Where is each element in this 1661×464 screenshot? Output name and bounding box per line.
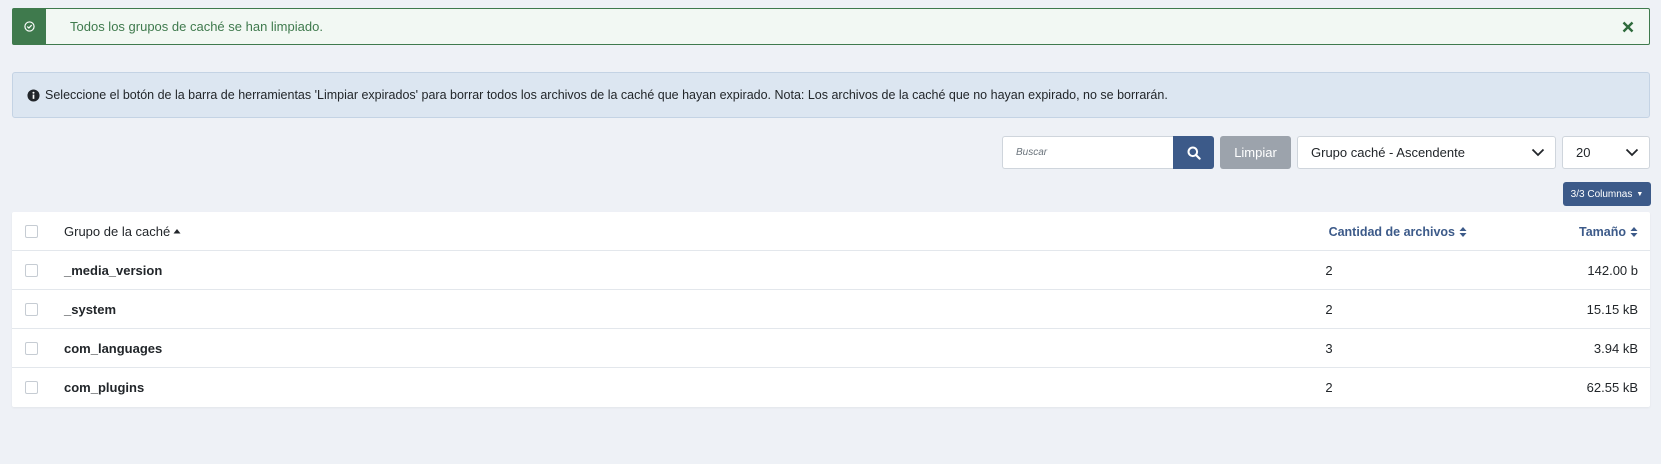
cache-size: 3.94 kB	[1593, 340, 1638, 356]
sort-icon	[1630, 226, 1638, 238]
sort-asc-icon	[173, 228, 181, 234]
file-count: 2	[1325, 301, 1333, 317]
list-limit-select[interactable]: 20	[1562, 136, 1650, 169]
row-checkbox[interactable]	[25, 263, 38, 277]
header-group-label: Grupo de la caché	[64, 223, 171, 239]
clear-button[interactable]: Limpiar	[1220, 136, 1291, 169]
chevron-down-icon	[1531, 148, 1545, 157]
row-checkbox[interactable]	[25, 341, 38, 355]
ordering-select[interactable]: Grupo caché - Ascendente	[1297, 136, 1556, 169]
columns-dropdown-button[interactable]: 3/3 Columnas ▼	[1563, 182, 1651, 206]
table-header-row: Grupo de la caché Cantidad de archivos T…	[12, 212, 1650, 251]
row-checkbox[interactable]	[25, 381, 38, 394]
file-count: 3	[1325, 340, 1333, 356]
header-count-label: Cantidad de archivos	[1328, 224, 1455, 239]
sort-by-size[interactable]: Tamaño	[1579, 225, 1638, 239]
cache-size: 15.15 kB	[1586, 301, 1638, 317]
select-all-checkbox[interactable]	[25, 224, 38, 238]
success-message: Todos los grupos de caché se han limpiad…	[70, 19, 323, 34]
search-button[interactable]	[1173, 136, 1214, 169]
info-message: Seleccione el botón de la barra de herra…	[45, 88, 1168, 102]
table-row: _media_version 2 142.00 b	[12, 251, 1650, 290]
cache-size: 62.55 kB	[1586, 380, 1638, 395]
header-size-cell: Tamaño	[1579, 224, 1638, 239]
search-icon	[1187, 146, 1201, 160]
table-row: com_languages 3 3.94 kB	[12, 329, 1650, 368]
filter-toolbar: Limpiar Grupo caché - Ascendente 20	[0, 136, 1661, 169]
cache-group-name[interactable]: _media_version	[64, 263, 162, 278]
list-limit-value: 20	[1576, 145, 1591, 160]
sort-by-group[interactable]: Grupo de la caché	[64, 224, 181, 239]
header-size-label: Tamaño	[1579, 224, 1626, 239]
info-alert: Seleccione el botón de la barra de herra…	[12, 72, 1650, 118]
row-checkbox[interactable]	[25, 302, 38, 316]
search-input[interactable]	[1002, 136, 1174, 169]
check-circle-icon	[13, 9, 46, 44]
cache-size: 142.00 b	[1587, 262, 1638, 278]
close-icon[interactable]	[1619, 18, 1637, 36]
success-alert: Todos los grupos de caché se han limpiad…	[12, 8, 1650, 45]
file-count: 2	[1325, 380, 1333, 395]
file-count: 2	[1325, 262, 1333, 278]
cache-group-name[interactable]: com_languages	[64, 341, 162, 356]
chevron-down-icon	[1625, 148, 1639, 157]
ordering-value: Grupo caché - Ascendente	[1311, 145, 1465, 160]
sort-icon	[1459, 226, 1467, 238]
caret-down-icon: ▼	[1636, 190, 1644, 198]
info-icon	[27, 88, 40, 102]
cache-group-name[interactable]: _system	[64, 302, 116, 317]
cache-table: Grupo de la caché Cantidad de archivos T…	[12, 212, 1650, 407]
sort-by-count[interactable]: Cantidad de archivos	[1329, 225, 1467, 239]
table-row: com_plugins 2 62.55 kB	[12, 368, 1650, 407]
columns-label: 3/3 Columnas	[1570, 188, 1633, 200]
header-count-cell: Cantidad de archivos	[1282, 224, 1467, 239]
cache-group-name[interactable]: com_plugins	[64, 380, 144, 395]
table-row: _system 2 15.15 kB	[12, 290, 1650, 329]
